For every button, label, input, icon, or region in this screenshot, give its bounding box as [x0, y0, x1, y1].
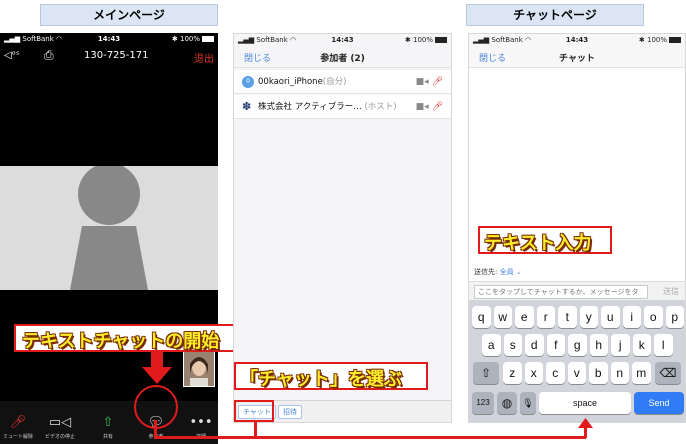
key-x[interactable]: x — [524, 362, 543, 384]
bluetooth-icon: ✱ — [404, 36, 411, 44]
main-page-label: メインページ — [40, 4, 218, 26]
host-logo-icon: ✽ — [242, 100, 252, 113]
mic-muted-icon: 🎤︎ — [9, 415, 27, 430]
numbers-key[interactable]: 123 — [472, 392, 494, 414]
leave-button[interactable]: 退出 — [194, 50, 214, 65]
ios-keyboard: q w e r t y u i o p a s d f g h j k l ⇧ z x c v b n m ⌫ 123 ◍ 🎙︎ space S… — [469, 300, 685, 422]
unmute-button[interactable]: 🎤︎ ミュート解除 — [0, 415, 36, 440]
share-icon: ⇧ — [102, 415, 114, 430]
dictation-key[interactable]: 🎙︎ — [520, 392, 536, 414]
globe-icon: ◍ — [501, 396, 513, 410]
shift-icon: ⇧ — [480, 366, 492, 380]
key-y[interactable]: y — [579, 306, 598, 328]
annotation-start-chat: テキストチャットの開始 — [22, 331, 220, 352]
status-bar: ▂▄▆ SoftBank ◠ 14:43 ✱ 100% — [469, 34, 685, 46]
key-f[interactable]: f — [546, 334, 565, 356]
globe-key[interactable]: ◍ — [497, 392, 517, 414]
participant-tag: (自分) — [322, 77, 347, 87]
mic-muted-icon: 🎤︎ — [431, 77, 443, 87]
participant-row[interactable]: ✽ 株式会社 アクティブラー… (ホスト) ■◂ 🎤︎ — [234, 95, 451, 119]
participant-name: 株式会社 アクティブラー… — [258, 102, 362, 112]
send-to-value[interactable]: 全員 — [500, 268, 514, 276]
page-title: チャット — [559, 54, 595, 64]
participant-silhouette — [70, 163, 148, 290]
mic-muted-icon: 🎤︎ — [431, 102, 443, 112]
key-u[interactable]: u — [601, 306, 620, 328]
video-icon: ▭◁ — [48, 415, 72, 430]
main-meeting-screen: ▂▄▆ SoftBank ◠ 14:43 ✱ 100% ◁ᵒˢ ⎙ 130-72… — [0, 33, 218, 444]
key-z[interactable]: z — [503, 362, 522, 384]
stop-video-button[interactable]: ▭◁ ビデオの停止 — [42, 415, 78, 440]
invite-button[interactable]: 招待 — [278, 405, 302, 419]
key-a[interactable]: a — [482, 334, 501, 356]
page-title: 参加者 (2) — [320, 54, 365, 64]
key-j[interactable]: j — [611, 334, 630, 356]
annotation-choose-chat: 「チャット」を選ぶ — [240, 369, 402, 390]
key-i[interactable]: i — [622, 306, 641, 328]
avatar: 0 — [242, 76, 254, 88]
battery-icon — [202, 36, 214, 42]
share-button[interactable]: ⇧ 共有 — [90, 415, 126, 440]
key-w[interactable]: w — [493, 306, 512, 328]
space-key[interactable]: space — [539, 392, 631, 414]
participants-navbar: 閉じる 参加者 (2) — [234, 46, 451, 68]
key-d[interactable]: d — [525, 334, 544, 356]
microphone-icon: 🎙︎ — [522, 398, 534, 408]
key-e[interactable]: e — [515, 306, 534, 328]
chat-input-row: 送信 — [469, 281, 685, 301]
key-q[interactable]: q — [472, 306, 491, 328]
status-bar: ▂▄▆ SoftBank ◠ 14:43 ✱ 100% — [234, 34, 451, 46]
meeting-id: 130-725-171 — [84, 50, 149, 61]
connector-line — [254, 420, 257, 438]
key-o[interactable]: o — [644, 306, 663, 328]
battery-icon — [669, 37, 681, 43]
send-button[interactable]: 送信 — [663, 285, 679, 299]
annotation-text-input: テキスト入力 — [484, 233, 592, 254]
chat-input[interactable] — [474, 285, 648, 299]
bluetooth-icon: ✱ — [171, 35, 178, 43]
battery-icon — [435, 37, 447, 43]
self-view-thumbnail[interactable] — [183, 351, 215, 387]
bluetooth-icon: ✱ — [638, 36, 645, 44]
send-key[interactable]: Send — [634, 392, 684, 414]
chat-navbar: 閉じる チャット — [469, 46, 685, 68]
key-g[interactable]: g — [568, 334, 587, 356]
video-area — [0, 163, 218, 290]
meeting-header: ◁ᵒˢ ⎙ 130-725-171 退出 — [0, 45, 218, 69]
delete-key[interactable]: ⌫ — [655, 362, 681, 384]
chat-page-label: チャットページ — [466, 4, 644, 26]
key-c[interactable]: c — [546, 362, 565, 384]
key-m[interactable]: m — [632, 362, 651, 384]
key-n[interactable]: n — [610, 362, 629, 384]
status-bar: ▂▄▆ SoftBank ◠ 14:43 ✱ 100% — [0, 33, 218, 45]
chevron-down-icon: ⌄ — [515, 268, 522, 276]
backspace-icon: ⌫ — [659, 366, 677, 380]
speaker-icon[interactable]: ◁ᵒˢ — [4, 50, 20, 61]
key-k[interactable]: k — [632, 334, 651, 356]
key-s[interactable]: s — [503, 334, 522, 356]
send-to-label: 送信先: — [474, 268, 498, 276]
up-arrow-icon — [578, 418, 593, 428]
connector-line — [154, 436, 586, 439]
camera-icon: ■◂ — [415, 77, 429, 87]
send-to-row[interactable]: 送信先: 全員 ⌄ — [469, 263, 685, 281]
participant-tag: (ホスト) — [364, 102, 397, 112]
key-b[interactable]: b — [589, 362, 608, 384]
highlight-chat-button — [234, 400, 274, 422]
participant-row[interactable]: 0 00kaori_iPhone(自分) ■◂ 🎤︎ — [234, 70, 451, 94]
camera-icon: ■◂ — [415, 102, 429, 112]
key-t[interactable]: t — [558, 306, 577, 328]
participant-name: 00kaori_iPhone — [258, 77, 323, 87]
more-icon: ••• — [189, 415, 213, 430]
shift-key[interactable]: ⇧ — [473, 362, 499, 384]
key-h[interactable]: h — [589, 334, 608, 356]
switch-camera-icon[interactable]: ⎙ — [44, 48, 54, 63]
key-p[interactable]: p — [665, 306, 684, 328]
down-arrow-icon — [142, 351, 172, 384]
key-l[interactable]: l — [654, 334, 673, 356]
key-v[interactable]: v — [567, 362, 586, 384]
key-r[interactable]: r — [536, 306, 555, 328]
